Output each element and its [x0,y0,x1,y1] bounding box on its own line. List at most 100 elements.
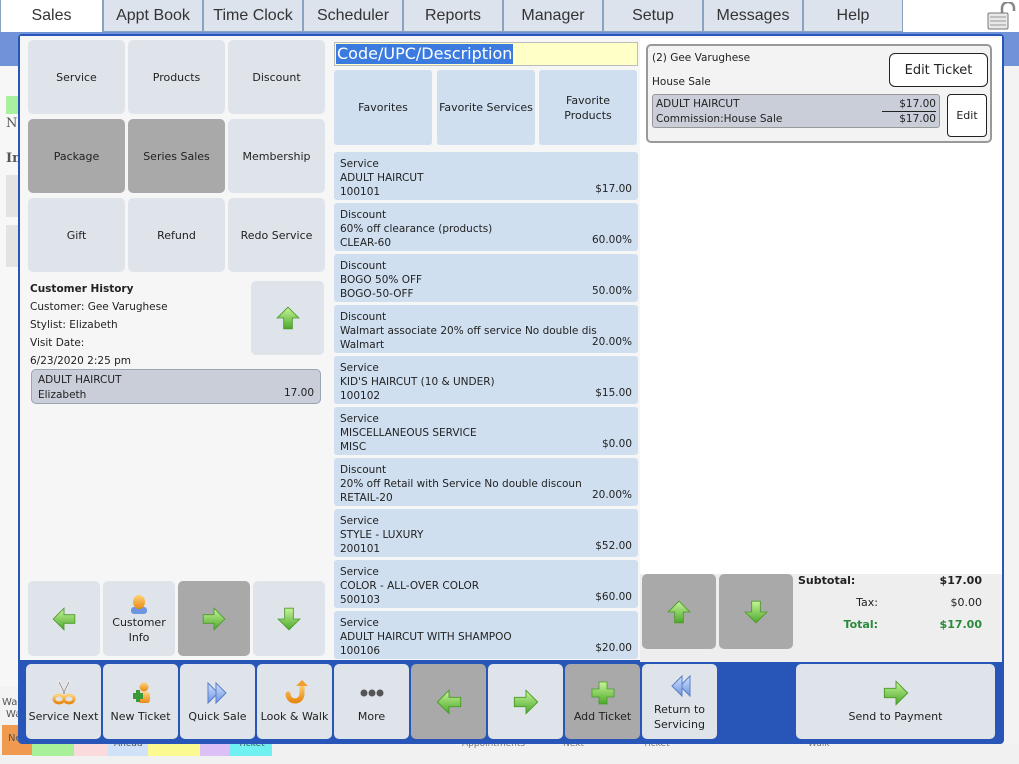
list-item[interactable]: Service KID'S HAIRCUT (10 & UNDER) 10010… [334,356,638,404]
ticket-card[interactable]: (2) Gee Varughese House Sale Edit Ticket… [646,44,992,143]
list-item[interactable]: Service MISCELLANEOUS SERVICE MISC $0.00 [334,407,638,455]
tab-messages[interactable]: Messages [703,0,803,32]
toolbar-previous-button[interactable] [411,664,486,739]
item-name: KID'S HAIRCUT (10 & UNDER) [340,376,495,388]
plus-icon [591,681,614,705]
category-package-button[interactable]: Package [28,119,125,193]
look-and-walk-button[interactable]: Look & Walk [257,664,332,739]
history-item-amount: 17.00 [283,387,314,399]
arrow-right-icon [512,688,540,716]
quick-sale-label: Quick Sale [188,710,247,723]
tax-value: $0.00 [950,596,983,609]
item-name: ADULT HAIRCUT [340,172,424,184]
tab-manager[interactable]: Manager [503,0,603,32]
item-price: 20.00% [591,489,632,501]
line-item-name: ADULT HAIRCUT [656,98,740,110]
tab-reports[interactable]: Reports [403,0,503,32]
category-products-button[interactable]: Products [128,40,225,114]
history-scroll-up-button[interactable] [251,281,324,355]
quick-sale-button[interactable]: Quick Sale [180,664,255,739]
tab-sales[interactable]: Sales [0,0,103,32]
total-label: Total: [843,618,878,631]
scroll-down-button[interactable] [253,581,325,656]
tab-help[interactable]: Help [803,0,903,32]
list-item[interactable]: Service ADULT HAIRCUT 100101 $17.00 [334,152,638,200]
list-item[interactable]: Service STYLE - LUXURY 200101 $52.00 [334,509,638,557]
item-price: 20.00% [591,336,632,348]
ticket-customer: (2) Gee Varughese [652,52,751,64]
tab-appt-book[interactable]: Appt Book [103,0,203,32]
item-code: 100106 [340,645,381,657]
edit-line-item-button[interactable]: Edit [947,94,987,137]
item-price: 60.00% [591,234,632,246]
more-button[interactable]: More [334,664,409,739]
item-type: Service [340,515,379,527]
category-redo-service-button[interactable]: Redo Service [228,198,325,272]
total-value: $17.00 [939,618,982,631]
return-to-servicing-label: Servicing [654,717,705,731]
new-ticket-button[interactable]: New Ticket [103,664,178,739]
item-type: Service [340,617,379,629]
customer-info-label: Info [128,630,150,644]
history-item[interactable]: ADULT HAIRCUT Elizabeth 17.00 [31,369,321,404]
favorite-services-button[interactable]: Favorite Services [437,70,535,145]
item-price: $60.00 [595,591,632,603]
send-to-payment-button[interactable]: Send to Payment [796,664,995,739]
list-item[interactable]: Discount BOGO 50% OFF BOGO-50-OFF 50.00% [334,254,638,302]
category-service-button[interactable]: Service [28,40,125,114]
sales-dialog: Service Products Discount Package Series… [18,34,1004,744]
add-ticket-button[interactable]: Add Ticket [565,664,640,739]
code-upc-description-input[interactable]: Code/UPC/Description [334,42,638,66]
add-ticket-label: Add Ticket [573,710,632,723]
history-visit-date-label: Visit Date: [30,337,85,349]
scissors-icon [52,680,75,705]
dialog-content: Service Products Discount Package Series… [20,36,1002,662]
tab-setup[interactable]: Setup [603,0,703,32]
item-price: $0.00 [601,438,632,450]
top-navigation: Sales Appt Book Time Clock Scheduler Rep… [0,0,1019,32]
item-name: Walmart associate 20% off service No dou… [340,325,597,337]
list-item[interactable]: Discount 20% off Retail with Service No … [334,458,638,506]
item-name: BOGO 50% OFF [340,274,423,286]
item-name: 20% off Retail with Service No double di… [340,478,582,490]
category-refund-button[interactable]: Refund [128,198,225,272]
return-to-servicing-button[interactable]: Return to Servicing [642,664,717,739]
ticket-line-item[interactable]: ADULT HAIRCUT Commission:House Sale $17.… [652,94,940,128]
search-input-selected-text: Code/UPC/Description [336,44,514,64]
item-type: Discount [340,311,387,323]
padlock-open-icon[interactable] [986,2,1016,30]
item-code: 200101 [340,543,381,555]
category-membership-button[interactable]: Membership [228,119,325,193]
list-item[interactable]: Service ADULT HAIRCUT WITH SHAMPOO 10010… [334,611,638,659]
service-next-button[interactable]: Service Next [26,664,101,739]
tab-time-clock[interactable]: Time Clock [203,0,303,32]
next-button[interactable] [178,581,250,656]
item-code: MISC [340,441,367,453]
return-to-servicing-label: Return to [653,702,706,716]
tab-scheduler[interactable]: Scheduler [303,0,403,32]
list-item[interactable]: Discount Walmart associate 20% off servi… [334,305,638,353]
customer-history-title: Customer History [30,283,134,295]
ticket-scroll-up-button[interactable] [642,574,716,649]
ticket-scroll-down-button[interactable] [719,574,793,649]
favorite-products-button[interactable]: Favorite Products [539,70,637,145]
toolbar-next-button[interactable] [488,664,563,739]
edit-ticket-button[interactable]: Edit Ticket [889,53,988,87]
item-name: MISCELLANEOUS SERVICE [340,427,477,439]
category-series-sales-button[interactable]: Series Sales [128,119,225,193]
previous-button[interactable] [28,581,100,656]
customer-info-button[interactable]: Customer Info [103,581,175,656]
item-code: BOGO-50-OFF [340,288,414,300]
favorites-button[interactable]: Favorites [334,70,432,145]
history-item-stylist: Elizabeth [38,389,87,401]
people-icon [132,682,150,703]
history-stylist: Stylist: Elizabeth [30,319,118,331]
category-gift-button[interactable]: Gift [28,198,125,272]
list-item[interactable]: Service COLOR - ALL-OVER COLOR 500103 $6… [334,560,638,608]
category-discount-button[interactable]: Discount [228,40,325,114]
list-item[interactable]: Discount 60% off clearance (products) CL… [334,203,638,251]
item-price: 50.00% [591,285,632,297]
item-code: Walmart [340,339,385,351]
item-type: Discount [340,209,387,221]
line-item-commission: Commission:House Sale [656,113,783,125]
